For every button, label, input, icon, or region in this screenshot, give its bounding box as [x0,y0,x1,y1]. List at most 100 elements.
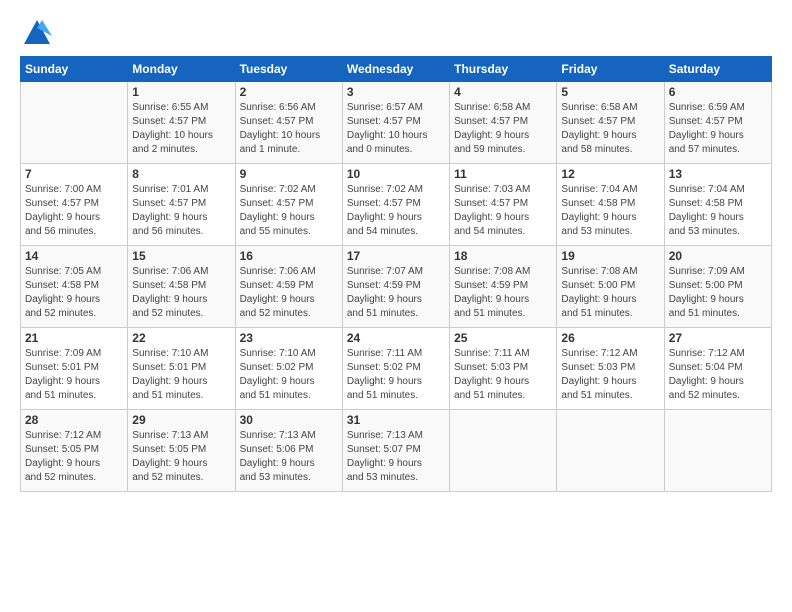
col-sunday: Sunday [21,57,128,82]
cell-content: Sunrise: 7:08 AMSunset: 4:59 PMDaylight:… [454,265,552,321]
day-number: 2 [240,85,338,99]
day-number: 10 [347,167,445,181]
day-number: 15 [132,249,230,263]
week-row-1: 1 Sunrise: 6:55 AMSunset: 4:57 PMDaylight… [21,82,772,164]
day-number: 18 [454,249,552,263]
calendar-cell: 17Sunrise: 7:07 AMSunset: 4:59 PMDayligh… [342,246,449,328]
calendar-cell [450,410,557,492]
cell-content: Sunrise: 7:02 AMSunset: 4:57 PMDaylight:… [347,183,445,239]
cell-content: Sunrise: 7:03 AMSunset: 4:57 PMDaylight:… [454,183,552,239]
calendar-cell: 22Sunrise: 7:10 AMSunset: 5:01 PMDayligh… [128,328,235,410]
day-number: 30 [240,413,338,427]
cell-content: Sunrise: 7:05 AMSunset: 4:58 PMDaylight:… [25,265,123,321]
calendar-cell: 3 Sunrise: 6:57 AMSunset: 4:57 PMDaylight… [342,82,449,164]
cell-content: Sunrise: 7:11 AMSunset: 5:02 PMDaylight:… [347,347,445,403]
cell-content: Sunrise: 7:12 AMSunset: 5:03 PMDaylight:… [561,347,659,403]
day-number: 25 [454,331,552,345]
calendar-cell: 5 Sunrise: 6:58 AMSunset: 4:57 PMDaylight… [557,82,664,164]
day-number: 29 [132,413,230,427]
cell-content: Sunrise: 6:58 AMSunset: 4:57 PMDaylight:… [561,101,659,157]
calendar-cell: 1 Sunrise: 6:55 AMSunset: 4:57 PMDaylight… [128,82,235,164]
header-row: Sunday Monday Tuesday Wednesday Thursday… [21,57,772,82]
calendar-cell: 21 Sunrise: 7:09 AMSunset: 5:01 PMDayligh… [21,328,128,410]
cell-content: Sunrise: 7:11 AMSunset: 5:03 PMDaylight:… [454,347,552,403]
day-number: 5 [561,85,659,99]
col-thursday: Thursday [450,57,557,82]
calendar-cell [664,410,771,492]
calendar-cell: 28 Sunrise: 7:12 AMSunset: 5:05 PMDayligh… [21,410,128,492]
calendar-cell: 26Sunrise: 7:12 AMSunset: 5:03 PMDayligh… [557,328,664,410]
calendar-cell: 30 Sunrise: 7:13 AMSunset: 5:06 PMDayligh… [235,410,342,492]
cell-content: Sunrise: 7:02 AMSunset: 4:57 PMDaylight:… [240,183,338,239]
cell-content: Sunrise: 7:04 AMSunset: 4:58 PMDaylight:… [669,183,767,239]
day-number: 7 [25,167,123,181]
day-number: 27 [669,331,767,345]
day-number: 13 [669,167,767,181]
cell-content: Sunrise: 6:58 AMSunset: 4:57 PMDaylight:… [454,101,552,157]
cell-content: Sunrise: 6:57 AMSunset: 4:57 PMDaylight:… [347,101,445,157]
calendar-cell: 11 Sunrise: 7:03 AMSunset: 4:57 PMDayligh… [450,164,557,246]
cell-content: Sunrise: 7:12 AMSunset: 5:05 PMDaylight:… [25,429,123,485]
day-number: 11 [454,167,552,181]
calendar-cell: 31 Sunrise: 7:13 AMSunset: 5:07 PMDayligh… [342,410,449,492]
day-number: 9 [240,167,338,181]
calendar-cell: 19 Sunrise: 7:08 AMSunset: 5:00 PMDayligh… [557,246,664,328]
day-number: 22 [132,331,230,345]
day-number: 14 [25,249,123,263]
cell-content: Sunrise: 7:06 AMSunset: 4:59 PMDaylight:… [240,265,338,321]
col-friday: Friday [557,57,664,82]
calendar-cell: 12 Sunrise: 7:04 AMSunset: 4:58 PMDayligh… [557,164,664,246]
week-row-3: 14 Sunrise: 7:05 AMSunset: 4:58 PMDayligh… [21,246,772,328]
calendar-cell: 6 Sunrise: 6:59 AMSunset: 4:57 PMDaylight… [664,82,771,164]
calendar-cell: 25 Sunrise: 7:11 AMSunset: 5:03 PMDayligh… [450,328,557,410]
day-number: 23 [240,331,338,345]
cell-content: Sunrise: 7:04 AMSunset: 4:58 PMDaylight:… [561,183,659,239]
cell-content: Sunrise: 6:59 AMSunset: 4:57 PMDaylight:… [669,101,767,157]
week-row-2: 7 Sunrise: 7:00 AMSunset: 4:57 PMDaylight… [21,164,772,246]
cell-content: Sunrise: 7:13 AMSunset: 5:06 PMDaylight:… [240,429,338,485]
cell-content: Sunrise: 7:12 AMSunset: 5:04 PMDaylight:… [669,347,767,403]
calendar-cell: 7 Sunrise: 7:00 AMSunset: 4:57 PMDaylight… [21,164,128,246]
calendar-cell [557,410,664,492]
calendar-cell: 23 Sunrise: 7:10 AMSunset: 5:02 PMDayligh… [235,328,342,410]
logo-icon [22,18,52,46]
cell-content: Sunrise: 7:01 AMSunset: 4:57 PMDaylight:… [132,183,230,239]
day-number: 12 [561,167,659,181]
day-number: 21 [25,331,123,345]
calendar-cell: 24Sunrise: 7:11 AMSunset: 5:02 PMDayligh… [342,328,449,410]
calendar-cell: 14 Sunrise: 7:05 AMSunset: 4:58 PMDayligh… [21,246,128,328]
page: Sunday Monday Tuesday Wednesday Thursday… [0,0,792,612]
week-row-4: 21 Sunrise: 7:09 AMSunset: 5:01 PMDayligh… [21,328,772,410]
col-tuesday: Tuesday [235,57,342,82]
week-row-5: 28 Sunrise: 7:12 AMSunset: 5:05 PMDayligh… [21,410,772,492]
cell-content: Sunrise: 7:07 AMSunset: 4:59 PMDaylight:… [347,265,445,321]
calendar-cell [21,82,128,164]
day-number: 19 [561,249,659,263]
cell-content: Sunrise: 7:09 AMSunset: 5:00 PMDaylight:… [669,265,767,321]
col-saturday: Saturday [664,57,771,82]
day-number: 1 [132,85,230,99]
calendar-table: Sunday Monday Tuesday Wednesday Thursday… [20,56,772,492]
cell-content: Sunrise: 7:00 AMSunset: 4:57 PMDaylight:… [25,183,123,239]
cell-content: Sunrise: 7:10 AMSunset: 5:02 PMDaylight:… [240,347,338,403]
calendar-cell: 2Sunrise: 6:56 AMSunset: 4:57 PMDaylight… [235,82,342,164]
cell-content: Sunrise: 6:55 AMSunset: 4:57 PMDaylight:… [132,101,230,157]
cell-content: Sunrise: 7:08 AMSunset: 5:00 PMDaylight:… [561,265,659,321]
day-number: 3 [347,85,445,99]
day-number: 28 [25,413,123,427]
day-number: 6 [669,85,767,99]
day-number: 4 [454,85,552,99]
day-number: 31 [347,413,445,427]
day-number: 20 [669,249,767,263]
cell-content: Sunrise: 7:13 AMSunset: 5:05 PMDaylight:… [132,429,230,485]
col-wednesday: Wednesday [342,57,449,82]
calendar-cell: 27 Sunrise: 7:12 AMSunset: 5:04 PMDayligh… [664,328,771,410]
cell-content: Sunrise: 7:09 AMSunset: 5:01 PMDaylight:… [25,347,123,403]
calendar-cell: 29 Sunrise: 7:13 AMSunset: 5:05 PMDayligh… [128,410,235,492]
calendar-cell: 9 Sunrise: 7:02 AMSunset: 4:57 PMDaylight… [235,164,342,246]
calendar-cell: 20 Sunrise: 7:09 AMSunset: 5:00 PMDayligh… [664,246,771,328]
col-monday: Monday [128,57,235,82]
cell-content: Sunrise: 7:06 AMSunset: 4:58 PMDaylight:… [132,265,230,321]
logo [20,18,52,46]
cell-content: Sunrise: 7:13 AMSunset: 5:07 PMDaylight:… [347,429,445,485]
